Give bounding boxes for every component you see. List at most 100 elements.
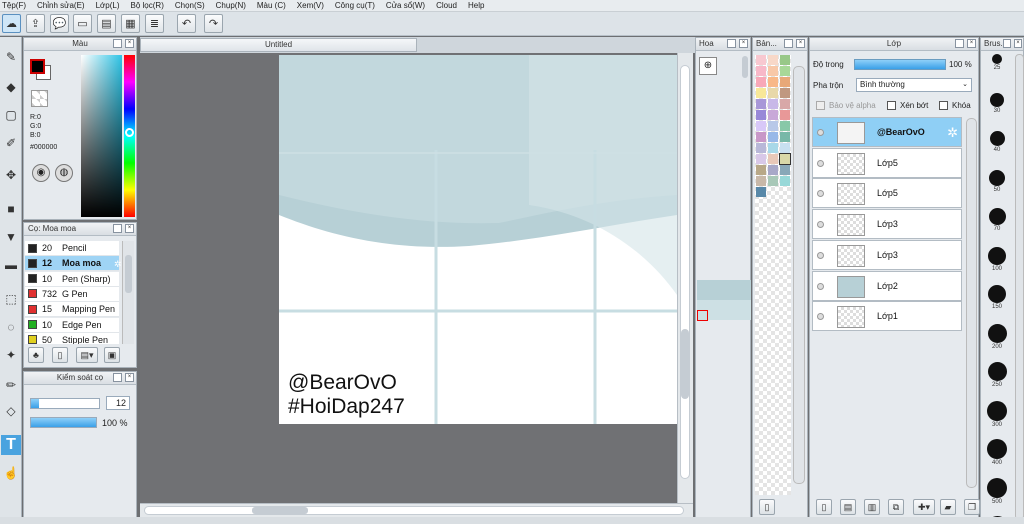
- panel-float-icon[interactable]: [784, 39, 793, 48]
- eye-icon[interactable]: [817, 159, 824, 167]
- color-swatch[interactable]: [756, 121, 766, 131]
- color-swatch[interactable]: [768, 143, 778, 153]
- layer-row[interactable]: Lớp3: [812, 239, 962, 270]
- fill-rect-icon[interactable]: ■: [1, 199, 21, 219]
- panel-close-icon[interactable]: ×: [125, 373, 134, 382]
- brush-size-dot[interactable]: [987, 439, 1007, 459]
- brush-new-icon[interactable]: ▯: [52, 347, 68, 363]
- brush-size-dot[interactable]: [989, 131, 1005, 146]
- panel-float-icon[interactable]: [113, 373, 122, 382]
- color-swatch[interactable]: [780, 99, 790, 109]
- navigator-scrollbar[interactable]: [742, 56, 748, 78]
- panel-float-icon[interactable]: [113, 224, 122, 233]
- select-rect-icon[interactable]: ▢: [1, 105, 21, 125]
- eye-icon[interactable]: [817, 313, 824, 321]
- brush-item[interactable]: 50 Stipple Pen: [25, 332, 119, 344]
- brush-size-dot[interactable]: [987, 400, 1007, 421]
- color-swatch[interactable]: [779, 153, 791, 165]
- layer-opacity-slider[interactable]: [854, 59, 946, 70]
- text-tool-icon[interactable]: T: [1, 435, 21, 455]
- move-tool-icon[interactable]: ✥: [1, 165, 21, 185]
- panel-close-icon[interactable]: ×: [796, 39, 805, 48]
- eye-icon[interactable]: [817, 190, 824, 198]
- undo-icon[interactable]: ↶: [177, 14, 196, 33]
- color-swatch[interactable]: [768, 110, 778, 120]
- brush-size-dot[interactable]: [992, 54, 1002, 64]
- folder-icon[interactable]: ▰: [940, 499, 956, 515]
- color-swatch[interactable]: [756, 88, 766, 98]
- transparent-color-icon[interactable]: [31, 90, 48, 107]
- gear-icon[interactable]: ✲: [114, 259, 122, 270]
- page-icon[interactable]: ▤: [97, 14, 116, 33]
- palette-icon[interactable]: ◍: [55, 164, 73, 182]
- gradient-tool-icon[interactable]: ▬: [1, 255, 21, 275]
- color-wheel-icon[interactable]: ◉: [32, 164, 50, 182]
- color-swatch[interactable]: [780, 165, 790, 175]
- menu-item[interactable]: Lớp(L): [96, 1, 120, 10]
- cloud-icon[interactable]: ☁: [2, 14, 21, 33]
- zoom-icon[interactable]: ⊕: [699, 57, 717, 75]
- layer-row[interactable]: @BearOvO ✲: [812, 117, 962, 147]
- color-swatch[interactable]: [756, 187, 766, 197]
- color-swatch[interactable]: [768, 132, 778, 142]
- color-swatch[interactable]: [780, 77, 790, 87]
- menu-item[interactable]: Help: [468, 1, 484, 10]
- panel-float-icon[interactable]: [113, 39, 122, 48]
- brush-size-dot[interactable]: [989, 169, 1005, 186]
- color-swatch[interactable]: [780, 132, 790, 142]
- color-swatch[interactable]: [756, 132, 766, 142]
- redo-icon[interactable]: ↷: [204, 14, 223, 33]
- color-swatch[interactable]: [756, 165, 766, 175]
- operation-tool-icon[interactable]: ☝: [1, 463, 21, 483]
- size-value[interactable]: 12: [106, 396, 130, 410]
- menu-item[interactable]: Công cụ(T): [335, 1, 375, 10]
- layer-row[interactable]: Lớp1: [812, 301, 962, 332]
- canvas[interactable]: @BearOvO #HoiDap247: [279, 55, 677, 424]
- color-swatch[interactable]: [768, 121, 778, 131]
- color-swatch[interactable]: [780, 121, 790, 131]
- panel-close-icon[interactable]: ×: [739, 39, 748, 48]
- size-slider[interactable]: [30, 398, 100, 409]
- color-swatch[interactable]: [756, 110, 766, 120]
- protect-alpha-checkbox[interactable]: [816, 101, 825, 110]
- hue-handle[interactable]: [125, 128, 134, 137]
- color-swatch[interactable]: [768, 88, 778, 98]
- color-swatch[interactable]: [768, 77, 778, 87]
- panel-close-icon[interactable]: ×: [125, 39, 134, 48]
- brush-size-dot[interactable]: [988, 246, 1006, 265]
- brush-list-scrollbar[interactable]: [122, 241, 134, 344]
- color-swatch[interactable]: [756, 77, 766, 87]
- color-swatch[interactable]: [768, 176, 778, 186]
- grid-icon[interactable]: ▦: [121, 14, 140, 33]
- select-pen-icon[interactable]: ✏: [1, 375, 21, 395]
- swatch-scrollbar[interactable]: [793, 66, 805, 484]
- eye-icon[interactable]: [817, 129, 824, 136]
- menu-item[interactable]: Xem(V): [297, 1, 324, 10]
- swatch-grid[interactable]: [755, 55, 791, 495]
- brush-size-dot[interactable]: [988, 285, 1006, 303]
- canvas-horizontal-scrollbar[interactable]: [140, 503, 693, 517]
- layer-menu-icon[interactable]: ✚▾: [913, 499, 935, 515]
- color-swatch[interactable]: [780, 55, 790, 65]
- select-tool-icon[interactable]: ⬚: [1, 289, 21, 309]
- layer-scrollbar[interactable]: [966, 118, 977, 488]
- new-layer-icon[interactable]: ▯: [816, 499, 832, 515]
- menu-item[interactable]: Bộ lọc(R): [131, 1, 164, 10]
- color-swatch[interactable]: [768, 55, 778, 65]
- brush-tool-icon[interactable]: ✎: [1, 47, 21, 67]
- color-swatch[interactable]: [780, 176, 790, 186]
- lasso-tool-icon[interactable]: ◌: [1, 317, 21, 337]
- menu-item[interactable]: Cloud: [436, 1, 457, 10]
- brush-size-dot[interactable]: [988, 208, 1006, 225]
- color-swatch[interactable]: [768, 99, 778, 109]
- panel-close-icon[interactable]: ×: [967, 39, 976, 48]
- brush-item[interactable]: 15 Mapping Pen: [25, 302, 119, 318]
- canvas-vertical-scrollbar[interactable]: [677, 53, 693, 503]
- color-swatch[interactable]: [768, 66, 778, 76]
- brush-size-dot[interactable]: [987, 323, 1007, 343]
- panel-float-icon[interactable]: [955, 39, 964, 48]
- eye-icon[interactable]: [817, 251, 824, 259]
- pen-tool-icon[interactable]: ✐: [1, 133, 21, 153]
- brush-size-dot[interactable]: [987, 477, 1007, 498]
- blend-mode-select[interactable]: Bình thường ⌄: [856, 78, 972, 92]
